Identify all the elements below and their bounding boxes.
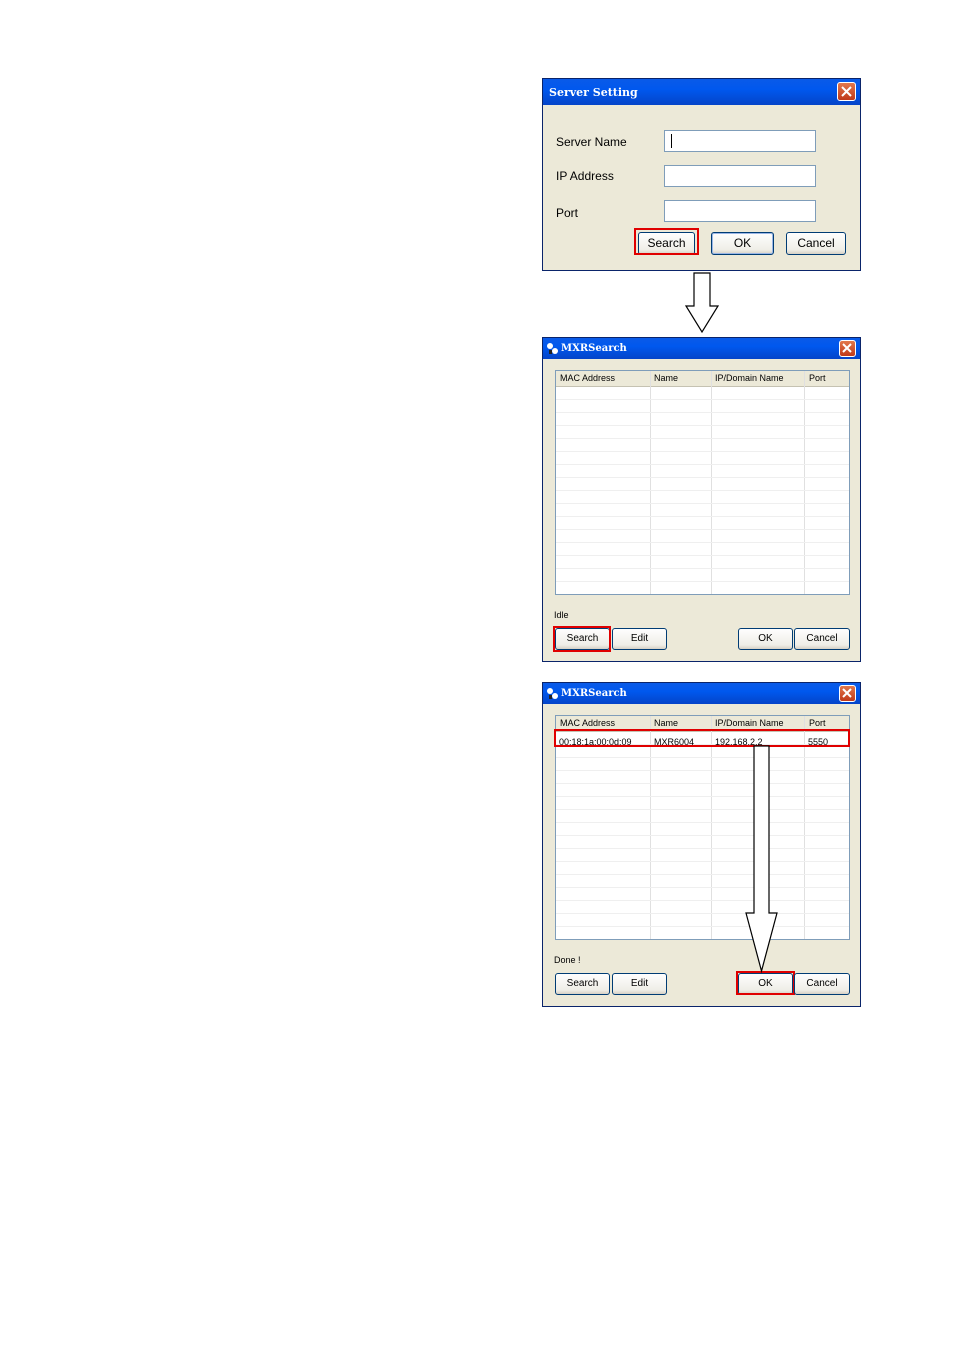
- row-separator: [556, 568, 849, 569]
- row-highlight: [554, 729, 850, 747]
- close-button[interactable]: [839, 685, 856, 702]
- column-ip[interactable]: IP/Domain Name: [715, 718, 784, 728]
- search-highlight: [553, 626, 611, 652]
- column-divider: [650, 371, 651, 594]
- down-arrow-icon: [745, 745, 778, 974]
- row-separator: [556, 594, 849, 595]
- row-separator: [556, 939, 849, 940]
- close-icon: [842, 688, 852, 698]
- column-ip[interactable]: IP/Domain Name: [715, 373, 784, 383]
- edit-button[interactable]: Edit: [612, 973, 667, 995]
- edit-button[interactable]: Edit: [612, 628, 667, 650]
- row-separator: [556, 464, 849, 465]
- cancel-button[interactable]: Cancel: [786, 232, 846, 255]
- window-title: MXRSearch: [561, 688, 627, 699]
- device-list[interactable]: MAC Address Name IP/Domain Name Port 00:…: [555, 715, 850, 940]
- title-bar: MXRSearch: [543, 338, 860, 359]
- column-divider: [804, 371, 805, 594]
- column-name[interactable]: Name: [654, 373, 678, 383]
- column-port[interactable]: Port: [809, 373, 826, 383]
- window-title: MXRSearch: [561, 343, 627, 354]
- status-text: Done !: [554, 955, 581, 965]
- row-separator: [556, 490, 849, 491]
- column-divider: [650, 716, 651, 939]
- row-separator: [556, 529, 849, 530]
- close-icon: [841, 86, 852, 97]
- row-separator: [556, 835, 849, 836]
- list-header: MAC Address Name IP/Domain Name Port: [556, 371, 849, 387]
- server-name-input[interactable]: [664, 130, 816, 152]
- row-separator: [556, 926, 849, 927]
- status-text: Idle: [554, 610, 569, 620]
- column-divider: [804, 716, 805, 939]
- row-separator: [556, 438, 849, 439]
- close-button[interactable]: [837, 82, 856, 101]
- column-divider: [711, 371, 712, 594]
- row-separator: [556, 887, 849, 888]
- row-separator: [556, 425, 849, 426]
- row-separator: [556, 783, 849, 784]
- search-highlight: [634, 228, 699, 255]
- column-name[interactable]: Name: [654, 718, 678, 728]
- row-separator: [556, 555, 849, 556]
- row-separator: [556, 477, 849, 478]
- column-mac[interactable]: MAC Address: [560, 718, 615, 728]
- row-separator: [556, 913, 849, 914]
- row-separator: [556, 822, 849, 823]
- column-mac[interactable]: MAC Address: [560, 373, 615, 383]
- row-separator: [556, 900, 849, 901]
- port-input[interactable]: [664, 200, 816, 222]
- title-bar: MXRSearch: [543, 683, 860, 704]
- row-separator: [556, 503, 849, 504]
- app-icon: [547, 688, 558, 699]
- row-separator: [556, 874, 849, 875]
- row-separator: [556, 412, 849, 413]
- server-setting-dialog: Server Setting Server Name IP Address Po…: [542, 78, 861, 271]
- row-separator: [556, 809, 849, 810]
- column-divider: [711, 716, 712, 939]
- text-caret: [671, 134, 672, 148]
- search-button[interactable]: Search: [555, 973, 610, 995]
- ip-address-input[interactable]: [664, 165, 816, 187]
- cancel-button[interactable]: Cancel: [794, 628, 850, 650]
- server-name-label: Server Name: [556, 135, 627, 149]
- ip-address-label: IP Address: [556, 169, 614, 183]
- row-separator: [556, 542, 849, 543]
- mxrsearch-dialog-idle: MXRSearch MAC Address Name IP/Domain Nam…: [542, 337, 861, 662]
- row-separator: [556, 796, 849, 797]
- row-separator: [556, 516, 849, 517]
- row-separator: [556, 770, 849, 771]
- down-arrow-icon: [684, 272, 720, 334]
- title-bar: Server Setting: [543, 79, 860, 105]
- row-separator: [556, 861, 849, 862]
- window-title: Server Setting: [549, 86, 638, 99]
- ok-button[interactable]: OK: [738, 628, 793, 650]
- app-icon: [547, 343, 558, 354]
- row-separator: [556, 581, 849, 582]
- mxrsearch-dialog-done: MXRSearch MAC Address Name IP/Domain Nam…: [542, 682, 861, 1007]
- row-separator: [556, 399, 849, 400]
- row-separator: [556, 757, 849, 758]
- cancel-button[interactable]: Cancel: [794, 973, 850, 995]
- device-list[interactable]: MAC Address Name IP/Domain Name Port: [555, 370, 850, 595]
- close-icon: [842, 343, 852, 353]
- close-button[interactable]: [839, 340, 856, 357]
- row-separator: [556, 451, 849, 452]
- ok-button[interactable]: OK: [711, 232, 774, 255]
- column-port[interactable]: Port: [809, 718, 826, 728]
- row-separator: [556, 848, 849, 849]
- port-label: Port: [556, 206, 579, 220]
